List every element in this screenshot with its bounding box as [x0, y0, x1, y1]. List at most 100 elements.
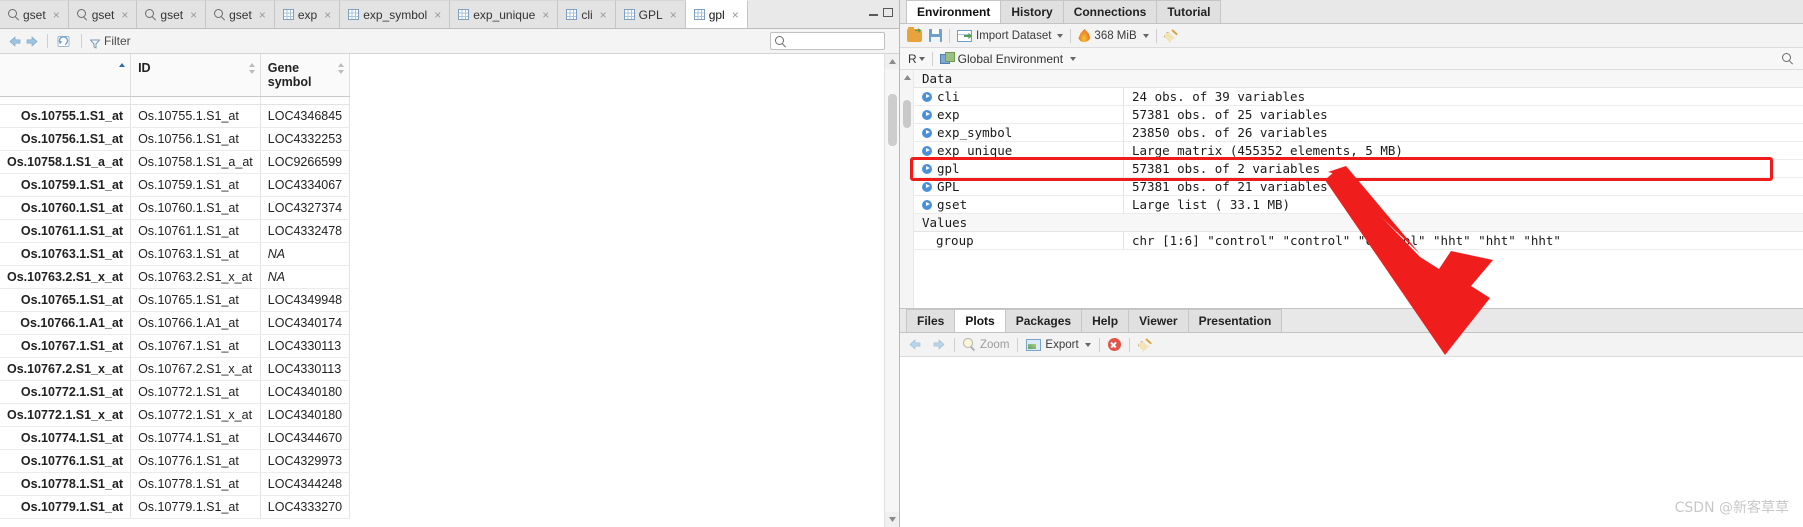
remove-plot-button[interactable] [1107, 338, 1121, 351]
back-arrow-icon[interactable] [908, 338, 923, 351]
language-selector[interactable]: R [908, 52, 925, 66]
expand-object-icon[interactable] [922, 199, 932, 210]
scroll-down-icon[interactable] [885, 512, 899, 527]
column-header-id[interactable]: ID [130, 54, 261, 97]
table-row[interactable]: Os.10759.1.S1_at Os.10759.1.S1_at LOC43340… [0, 173, 351, 197]
environment-row[interactable]: group chr [1:6] "control" "control" "cont… [914, 231, 1803, 250]
table-row[interactable]: Os.10761.1.S1_at Os.10761.1.S1_at LOC43324… [0, 219, 351, 243]
tab-help[interactable]: Help [1081, 309, 1130, 332]
environment-row[interactable]: exp 57381 obs. of 25 variables [914, 105, 1803, 124]
zoom-plot-button[interactable]: Zoom [963, 338, 1009, 351]
tab-history[interactable]: History [1000, 0, 1064, 23]
grid-vertical-scrollbar[interactable] [884, 54, 899, 527]
sort-ascending-icon[interactable] [119, 63, 126, 74]
tab-plots[interactable]: Plots [954, 309, 1006, 332]
tab-environment[interactable]: Environment [906, 0, 1002, 23]
table-row[interactable]: Os.10776.1.S1_at Os.10776.1.S1_at LOC43299… [0, 449, 351, 473]
scrollbar-thumb[interactable] [903, 100, 911, 128]
tab-packages[interactable]: Packages [1004, 309, 1083, 332]
source-tab-gset-2[interactable]: gset × [137, 0, 207, 28]
close-icon[interactable]: × [52, 9, 61, 21]
tab-presentation[interactable]: Presentation [1187, 309, 1283, 332]
table-row[interactable]: Os.10758.1.S1_a_at Os.10758.1.S1_a_at LOC9… [0, 150, 351, 174]
filter-button[interactable]: Filter [89, 34, 131, 49]
scrollbar-thumb[interactable] [888, 94, 897, 146]
chevron-down-icon [1057, 33, 1064, 38]
export-plot-button[interactable]: Export [1026, 338, 1091, 351]
refresh-icon[interactable] [56, 34, 73, 49]
sort-toggle-icon[interactable] [248, 63, 256, 74]
table-row[interactable]: Os.10756.1.S1_at Os.10756.1.S1_at LOC43322… [0, 127, 351, 151]
source-tab-gset-0[interactable]: gset × [0, 0, 69, 28]
source-tab-cli-7[interactable]: cli × [558, 0, 616, 28]
sort-toggle-icon[interactable] [338, 63, 345, 74]
close-icon[interactable]: × [258, 9, 267, 21]
search-input[interactable] [789, 35, 880, 47]
expand-object-icon[interactable] [922, 145, 932, 156]
maximize-icon[interactable] [883, 8, 893, 17]
cell-gene-symbol: LOC4340180 [260, 403, 351, 427]
close-icon[interactable]: × [433, 9, 442, 21]
environment-row[interactable]: GPL 57381 obs. of 21 variables [914, 177, 1803, 196]
source-tab-exp_symbol-5[interactable]: exp_symbol × [340, 0, 451, 28]
minimize-icon[interactable] [869, 8, 878, 17]
tab-connections[interactable]: Connections [1062, 0, 1158, 23]
source-tab-exp-4[interactable]: exp × [274, 0, 341, 28]
back-arrow-icon[interactable] [8, 35, 23, 48]
expand-object-icon[interactable] [922, 109, 932, 120]
environment-row[interactable]: cli 24 obs. of 39 variables [914, 87, 1803, 106]
environment-scrollbar[interactable] [900, 70, 914, 308]
forward-arrow-icon[interactable] [24, 35, 39, 48]
forward-arrow-icon[interactable] [931, 338, 946, 351]
close-icon[interactable]: × [669, 9, 678, 21]
source-tab-gpl-8[interactable]: GPL × [615, 0, 686, 28]
tab-files[interactable]: Files [906, 309, 956, 332]
close-icon[interactable]: × [323, 9, 332, 21]
expand-object-icon[interactable] [922, 163, 932, 174]
table-row[interactable]: Os.10772.1.S1_x_at Os.10772.1.S1_x_at LOC4… [0, 403, 351, 427]
column-header-rowname[interactable] [0, 54, 132, 97]
import-dataset-button[interactable]: Import Dataset [957, 29, 1064, 42]
table-row[interactable]: Os.10778.1.S1_at Os.10778.1.S1_at LOC43442… [0, 472, 351, 496]
clear-environment-button[interactable] [1164, 29, 1179, 43]
search-icon[interactable] [1782, 53, 1793, 64]
close-icon[interactable]: × [541, 9, 550, 21]
scroll-up-icon[interactable] [885, 54, 899, 69]
global-environment-selector[interactable]: Global Environment [939, 52, 1077, 66]
environment-row[interactable]: gpl 57381 obs. of 2 variables [914, 159, 1803, 178]
table-row[interactable]: Os.10755.1.S1_at Os.10755.1.S1_at LOC43468… [0, 104, 351, 128]
table-row[interactable]: Os.10779.1.S1_at Os.10779.1.S1_at LOC43332… [0, 495, 351, 519]
save-workspace-button[interactable] [929, 29, 942, 42]
table-row[interactable]: Os.10766.1.A1_at Os.10766.1.A1_at LOC43401… [0, 311, 351, 335]
tab-tutorial[interactable]: Tutorial [1156, 0, 1222, 23]
environment-row[interactable]: gset Large list ( 33.1 MB) [914, 195, 1803, 214]
source-tab-exp_unique-6[interactable]: exp_unique × [450, 0, 559, 28]
environment-row[interactable]: exp_symbol 23850 obs. of 26 variables [914, 123, 1803, 142]
table-row[interactable]: Os.10772.1.S1_at Os.10772.1.S1_at LOC43401… [0, 380, 351, 404]
column-header-gene-symbol[interactable]: Gene symbol [260, 54, 351, 97]
close-icon[interactable]: × [189, 9, 198, 21]
close-icon[interactable]: × [120, 9, 129, 21]
source-tab-gset-3[interactable]: gset × [206, 0, 275, 28]
table-row[interactable]: Os.10774.1.S1_at Os.10774.1.S1_at LOC43446… [0, 426, 351, 450]
table-row[interactable]: Os.10763.2.S1_x_at Os.10763.2.S1_x_at NA [0, 265, 351, 289]
table-row[interactable]: Os.10760.1.S1_at Os.10760.1.S1_at LOC43273… [0, 196, 351, 220]
expand-object-icon[interactable] [922, 91, 932, 102]
clear-all-plots-button[interactable] [1138, 338, 1153, 352]
source-tab-gpl-9[interactable]: gpl × [685, 0, 748, 28]
scroll-up-icon[interactable] [900, 70, 914, 84]
expand-object-icon[interactable] [922, 127, 932, 138]
memory-usage-button[interactable]: 368 MiB [1078, 29, 1149, 42]
close-icon[interactable]: × [599, 9, 608, 21]
table-row[interactable]: Os.10767.2.S1_x_at Os.10767.2.S1_x_at LOC4… [0, 357, 351, 381]
environment-row[interactable]: exp_unique Large matrix (455352 elements,… [914, 141, 1803, 160]
expand-object-icon[interactable] [922, 181, 932, 192]
table-row[interactable]: Os.10765.1.S1_at Os.10765.1.S1_at LOC43499… [0, 288, 351, 312]
close-icon[interactable]: × [731, 9, 740, 21]
table-row[interactable]: Os.10763.1.S1_at Os.10763.1.S1_at NA [0, 242, 351, 266]
data-search-box[interactable] [770, 32, 885, 50]
load-workspace-button[interactable] [907, 26, 922, 42]
source-tab-gset-1[interactable]: gset × [68, 0, 138, 28]
table-row[interactable]: Os.10767.1.S1_at Os.10767.1.S1_at LOC43301… [0, 334, 351, 358]
tab-viewer[interactable]: Viewer [1128, 309, 1189, 332]
